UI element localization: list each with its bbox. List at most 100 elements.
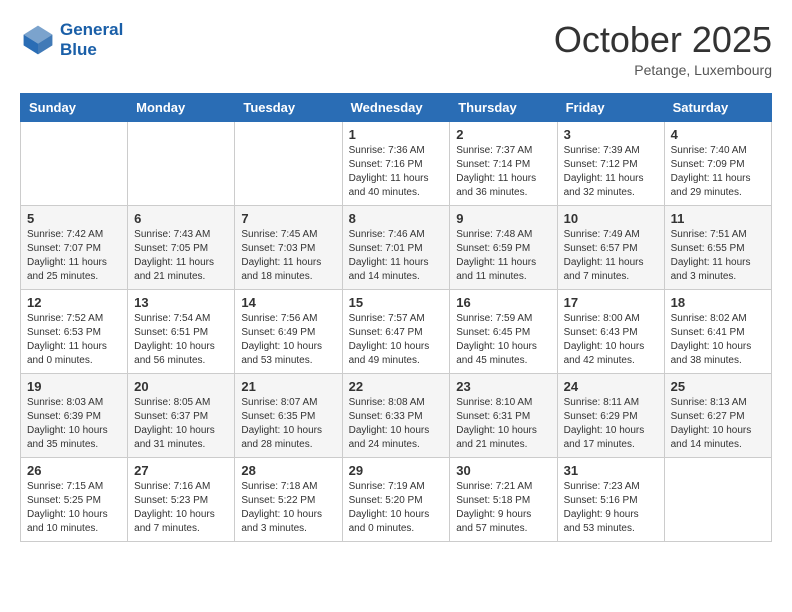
calendar-cell: 30Sunrise: 7:21 AM Sunset: 5:18 PM Dayli… (450, 457, 557, 541)
weekday-header-sunday: Sunday (21, 93, 128, 121)
calendar-table: SundayMondayTuesdayWednesdayThursdayFrid… (20, 93, 772, 542)
location-subtitle: Petange, Luxembourg (554, 62, 772, 78)
calendar-cell: 8 Sunrise: 7:46 AM Sunset: 7:01 PM Daylig… (342, 205, 450, 289)
weekday-header-saturday: Saturday (664, 93, 771, 121)
day-number: 26 (27, 463, 121, 478)
day-number: 14 (241, 295, 335, 310)
day-info: Sunrise: 7:40 AM Sunset: 7:09 PM Dayligh… (671, 144, 765, 200)
day-info: Sunrise: 7:23 AM Sunset: 5:16 PM Dayligh… (564, 480, 658, 536)
day-info: Sunrise: 7:51 AM Sunset: 6:55 PM Dayligh… (671, 228, 765, 284)
calendar-cell: 6 Sunrise: 7:43 AM Sunset: 7:05 PM Daylig… (128, 205, 235, 289)
calendar-week-5: 26Sunrise: 7:15 AM Sunset: 5:25 PM Dayli… (21, 457, 772, 541)
day-number: 21 (241, 379, 335, 394)
day-info: Sunrise: 7:19 AM Sunset: 5:20 PM Dayligh… (349, 480, 444, 536)
calendar-cell: 17Sunrise: 8:00 AM Sunset: 6:43 PM Dayli… (557, 289, 664, 373)
day-number: 24 (564, 379, 658, 394)
day-number: 7 (241, 211, 335, 226)
calendar-cell: 31Sunrise: 7:23 AM Sunset: 5:16 PM Dayli… (557, 457, 664, 541)
day-number: 2 (456, 127, 550, 142)
calendar-cell: 9 Sunrise: 7:48 AM Sunset: 6:59 PM Daylig… (450, 205, 557, 289)
page-header: General Blue October 2025 Petange, Luxem… (20, 20, 772, 78)
calendar-cell: 16Sunrise: 7:59 AM Sunset: 6:45 PM Dayli… (450, 289, 557, 373)
calendar-cell: 10 Sunrise: 7:49 AM Sunset: 6:57 PM Dayli… (557, 205, 664, 289)
day-info: Sunrise: 8:00 AM Sunset: 6:43 PM Dayligh… (564, 312, 658, 368)
title-block: October 2025 Petange, Luxembourg (554, 20, 772, 78)
day-info: Sunrise: 7:37 AM Sunset: 7:14 PM Dayligh… (456, 144, 550, 200)
calendar-cell (21, 121, 128, 205)
calendar-cell: 29 Sunrise: 7:19 AM Sunset: 5:20 PM Dayli… (342, 457, 450, 541)
day-info: Sunrise: 7:48 AM Sunset: 6:59 PM Dayligh… (456, 228, 550, 284)
calendar-cell: 22 Sunrise: 8:08 AM Sunset: 6:33 PM Dayli… (342, 373, 450, 457)
day-number: 23 (456, 379, 550, 394)
day-info: Sunrise: 8:05 AM Sunset: 6:37 PM Dayligh… (134, 396, 228, 452)
day-number: 6 (134, 211, 228, 226)
calendar-cell: 18Sunrise: 8:02 AM Sunset: 6:41 PM Dayli… (664, 289, 771, 373)
day-info: Sunrise: 7:18 AM Sunset: 5:22 PM Dayligh… (241, 480, 335, 536)
calendar-cell: 11 Sunrise: 7:51 AM Sunset: 6:55 PM Dayli… (664, 205, 771, 289)
day-number: 22 (349, 379, 444, 394)
calendar-cell: 25 Sunrise: 8:13 AM Sunset: 6:27 PM Dayli… (664, 373, 771, 457)
day-info: Sunrise: 8:08 AM Sunset: 6:33 PM Dayligh… (349, 396, 444, 452)
day-number: 10 (564, 211, 658, 226)
logo-text: General Blue (60, 20, 123, 59)
calendar-cell: 20Sunrise: 8:05 AM Sunset: 6:37 PM Dayli… (128, 373, 235, 457)
day-number: 30 (456, 463, 550, 478)
day-number: 4 (671, 127, 765, 142)
day-number: 9 (456, 211, 550, 226)
day-info: Sunrise: 7:45 AM Sunset: 7:03 PM Dayligh… (241, 228, 335, 284)
calendar-cell: 12Sunrise: 7:52 AM Sunset: 6:53 PM Dayli… (21, 289, 128, 373)
calendar-cell (128, 121, 235, 205)
day-info: Sunrise: 7:46 AM Sunset: 7:01 PM Dayligh… (349, 228, 444, 284)
weekday-header-friday: Friday (557, 93, 664, 121)
day-info: Sunrise: 7:49 AM Sunset: 6:57 PM Dayligh… (564, 228, 658, 284)
calendar-cell: 2 Sunrise: 7:37 AM Sunset: 7:14 PM Daylig… (450, 121, 557, 205)
day-info: Sunrise: 7:59 AM Sunset: 6:45 PM Dayligh… (456, 312, 550, 368)
day-info: Sunrise: 7:52 AM Sunset: 6:53 PM Dayligh… (27, 312, 121, 368)
calendar-cell: 3 Sunrise: 7:39 AM Sunset: 7:12 PM Daylig… (557, 121, 664, 205)
day-number: 28 (241, 463, 335, 478)
day-number: 27 (134, 463, 228, 478)
calendar-cell: 14Sunrise: 7:56 AM Sunset: 6:49 PM Dayli… (235, 289, 342, 373)
day-info: Sunrise: 7:54 AM Sunset: 6:51 PM Dayligh… (134, 312, 228, 368)
day-number: 3 (564, 127, 658, 142)
day-number: 29 (349, 463, 444, 478)
calendar-cell: 27 Sunrise: 7:16 AM Sunset: 5:23 PM Dayli… (128, 457, 235, 541)
calendar-week-1: 1Sunrise: 7:36 AM Sunset: 7:16 PM Daylig… (21, 121, 772, 205)
day-info: Sunrise: 7:16 AM Sunset: 5:23 PM Dayligh… (134, 480, 228, 536)
calendar-week-2: 5 Sunrise: 7:42 AM Sunset: 7:07 PM Daylig… (21, 205, 772, 289)
day-number: 15 (349, 295, 444, 310)
weekday-header-thursday: Thursday (450, 93, 557, 121)
calendar-cell (664, 457, 771, 541)
day-number: 5 (27, 211, 121, 226)
day-info: Sunrise: 7:39 AM Sunset: 7:12 PM Dayligh… (564, 144, 658, 200)
logo-icon (20, 22, 56, 58)
calendar-cell: 23Sunrise: 8:10 AM Sunset: 6:31 PM Dayli… (450, 373, 557, 457)
month-title: October 2025 (554, 20, 772, 60)
calendar-cell: 5 Sunrise: 7:42 AM Sunset: 7:07 PM Daylig… (21, 205, 128, 289)
calendar-cell: 19 Sunrise: 8:03 AM Sunset: 6:39 PM Dayli… (21, 373, 128, 457)
calendar-cell: 26Sunrise: 7:15 AM Sunset: 5:25 PM Dayli… (21, 457, 128, 541)
calendar-cell (235, 121, 342, 205)
day-info: Sunrise: 7:43 AM Sunset: 7:05 PM Dayligh… (134, 228, 228, 284)
day-info: Sunrise: 8:11 AM Sunset: 6:29 PM Dayligh… (564, 396, 658, 452)
day-number: 19 (27, 379, 121, 394)
day-number: 1 (349, 127, 444, 142)
calendar-cell: 7 Sunrise: 7:45 AM Sunset: 7:03 PM Daylig… (235, 205, 342, 289)
day-info: Sunrise: 8:13 AM Sunset: 6:27 PM Dayligh… (671, 396, 765, 452)
day-number: 8 (349, 211, 444, 226)
calendar-cell: 1Sunrise: 7:36 AM Sunset: 7:16 PM Daylig… (342, 121, 450, 205)
weekday-header-wednesday: Wednesday (342, 93, 450, 121)
day-number: 13 (134, 295, 228, 310)
day-number: 11 (671, 211, 765, 226)
calendar-cell: 13 Sunrise: 7:54 AM Sunset: 6:51 PM Dayli… (128, 289, 235, 373)
day-info: Sunrise: 7:57 AM Sunset: 6:47 PM Dayligh… (349, 312, 444, 368)
day-info: Sunrise: 8:03 AM Sunset: 6:39 PM Dayligh… (27, 396, 121, 452)
calendar-cell: 15 Sunrise: 7:57 AM Sunset: 6:47 PM Dayli… (342, 289, 450, 373)
calendar-week-3: 12Sunrise: 7:52 AM Sunset: 6:53 PM Dayli… (21, 289, 772, 373)
calendar-week-4: 19 Sunrise: 8:03 AM Sunset: 6:39 PM Dayli… (21, 373, 772, 457)
day-number: 25 (671, 379, 765, 394)
day-info: Sunrise: 7:42 AM Sunset: 7:07 PM Dayligh… (27, 228, 121, 284)
calendar-cell: 21Sunrise: 8:07 AM Sunset: 6:35 PM Dayli… (235, 373, 342, 457)
calendar-cell: 28 Sunrise: 7:18 AM Sunset: 5:22 PM Dayli… (235, 457, 342, 541)
weekday-header-monday: Monday (128, 93, 235, 121)
